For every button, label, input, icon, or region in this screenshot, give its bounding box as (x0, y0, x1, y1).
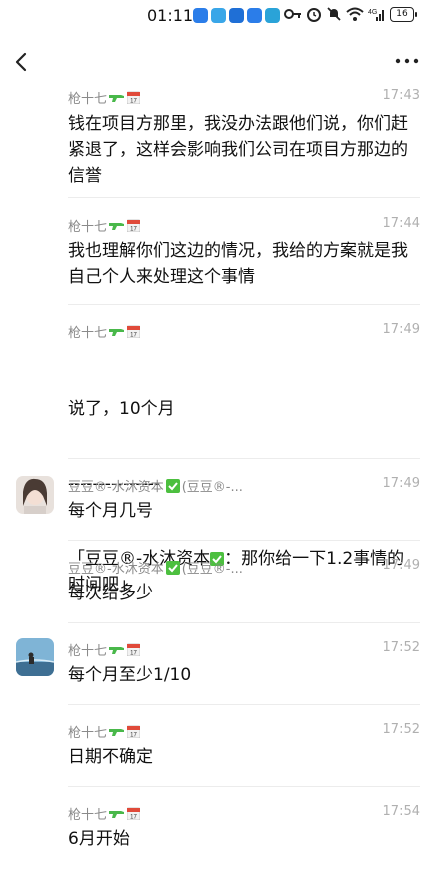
calendar-emoji: 17 (127, 325, 141, 339)
message-text: 6月开始 (68, 829, 130, 849)
wifi-icon (346, 7, 364, 21)
app-notification-icon (211, 8, 226, 23)
mute-icon (327, 7, 341, 21)
user-avatar-photo (16, 638, 54, 676)
message-time: 17:44 (382, 216, 420, 231)
chat-message[interactable]: 豆豆®-水沐资本 (豆豆®-... 17:49 每个月几号 (0, 472, 432, 542)
alarm-icon (307, 8, 321, 22)
chat-message[interactable]: 枪十七 17 17:52 每个月至少1/10 (0, 636, 432, 706)
sender-name: 枪十七 17 (68, 722, 141, 741)
water-gun-emoji (109, 728, 125, 736)
calendar-emoji: 17 (127, 725, 141, 739)
sender-name: 枪十七 17 (68, 640, 141, 659)
back-button[interactable] (8, 44, 38, 78)
svg-text:17: 17 (130, 733, 137, 739)
message-text: 每个月至少1/10 (68, 665, 192, 685)
key-icon (284, 9, 301, 19)
svg-text:17: 17 (130, 227, 137, 233)
chat-message[interactable]: 豆豆®-水沐资本 (豆豆®-... 17:49 每次给多少 (0, 554, 432, 624)
user-avatar-photo (16, 476, 54, 514)
check-mark-emoji (165, 560, 180, 575)
calendar-emoji: 17 (127, 807, 141, 821)
water-gun-emoji (109, 328, 125, 336)
message-divider (68, 622, 420, 623)
svg-text:4G: 4G (368, 9, 377, 16)
message-time: 17:52 (382, 722, 420, 737)
sender-name: 枪十七 17 (68, 804, 141, 823)
sender-name: 枪十七 17 (68, 322, 141, 341)
sender-name: 豆豆®-水沐资本 (豆豆®-... (68, 560, 243, 577)
more-options-button[interactable] (392, 48, 422, 74)
calendar-emoji: 17 (127, 91, 141, 105)
app-notification-icon (193, 8, 208, 23)
signal-icon: 4G (368, 9, 384, 21)
message-divider (68, 458, 420, 459)
calendar-emoji: 17 (127, 643, 141, 657)
message-divider (68, 197, 420, 198)
chat-message[interactable]: 枪十七 17 17:49 说了，10个月 --------------- 「豆豆… (0, 318, 432, 595)
check-mark-emoji (165, 478, 180, 493)
message-time: 17:52 (382, 640, 420, 655)
message-text: 每个月几号 (68, 501, 153, 521)
message-time: 17:49 (382, 322, 420, 337)
app-notification-icon (265, 8, 280, 23)
message-text: 钱在项目方那里，我没办法跟他们说，你们赶紧退了，这样会影响我们公司在项目方那边的… (68, 114, 408, 186)
water-gun-emoji (109, 94, 125, 102)
water-gun-emoji (109, 810, 125, 818)
message-divider (68, 540, 420, 541)
message-text: 我也理解你们这边的情况，我给的方案就是我自己个人来处理这个事情 (68, 241, 408, 287)
avatar[interactable] (16, 638, 54, 676)
chat-message[interactable]: 枪十七 17 17:43 钱在项目方那里，我没办法跟他们说，你们赶紧退了，这样会… (0, 86, 432, 196)
status-bar: 01:11 4G 16 (0, 0, 432, 32)
reply-text: 说了，10个月 (68, 399, 175, 419)
system-status-icons: 4G 16 (284, 6, 417, 22)
chat-message[interactable]: 枪十七 17 17:44 我也理解你们这边的情况，我给的方案就是我自己个人来处理… (0, 212, 432, 302)
notification-icons (193, 8, 280, 23)
app-notification-icon (229, 8, 244, 23)
avatar[interactable] (16, 476, 54, 514)
svg-text:17: 17 (130, 333, 137, 339)
sender-name: 枪十七 17 (68, 216, 141, 235)
message-text: 日期不确定 (68, 747, 153, 767)
svg-text:17: 17 (130, 815, 137, 821)
message-time: 17:49 (382, 558, 420, 573)
message-time: 17:49 (382, 476, 420, 491)
chat-header (0, 40, 432, 84)
message-time: 17:54 (382, 804, 420, 819)
back-arrow-icon (15, 52, 27, 72)
message-divider (68, 304, 420, 305)
chat-message[interactable]: 枪十七 17 17:54 6月开始 (0, 800, 432, 860)
sender-name: 枪十七 17 (68, 88, 141, 107)
svg-text:17: 17 (130, 99, 137, 105)
app-notification-icon (247, 8, 262, 23)
message-divider (68, 786, 420, 787)
more-dots-icon (395, 58, 419, 64)
status-time: 01:11 (147, 6, 194, 25)
sender-name: 豆豆®-水沐资本 (豆豆®-... (68, 478, 243, 495)
battery-indicator: 16 (390, 6, 417, 22)
chat-message[interactable]: 枪十七 17 17:52 日期不确定 (0, 718, 432, 788)
message-text: 每次给多少 (68, 583, 153, 603)
calendar-emoji: 17 (127, 219, 141, 233)
svg-text:17: 17 (130, 651, 137, 657)
water-gun-emoji (109, 646, 125, 654)
message-time: 17:43 (382, 88, 420, 103)
water-gun-emoji (109, 222, 125, 230)
message-divider (68, 704, 420, 705)
